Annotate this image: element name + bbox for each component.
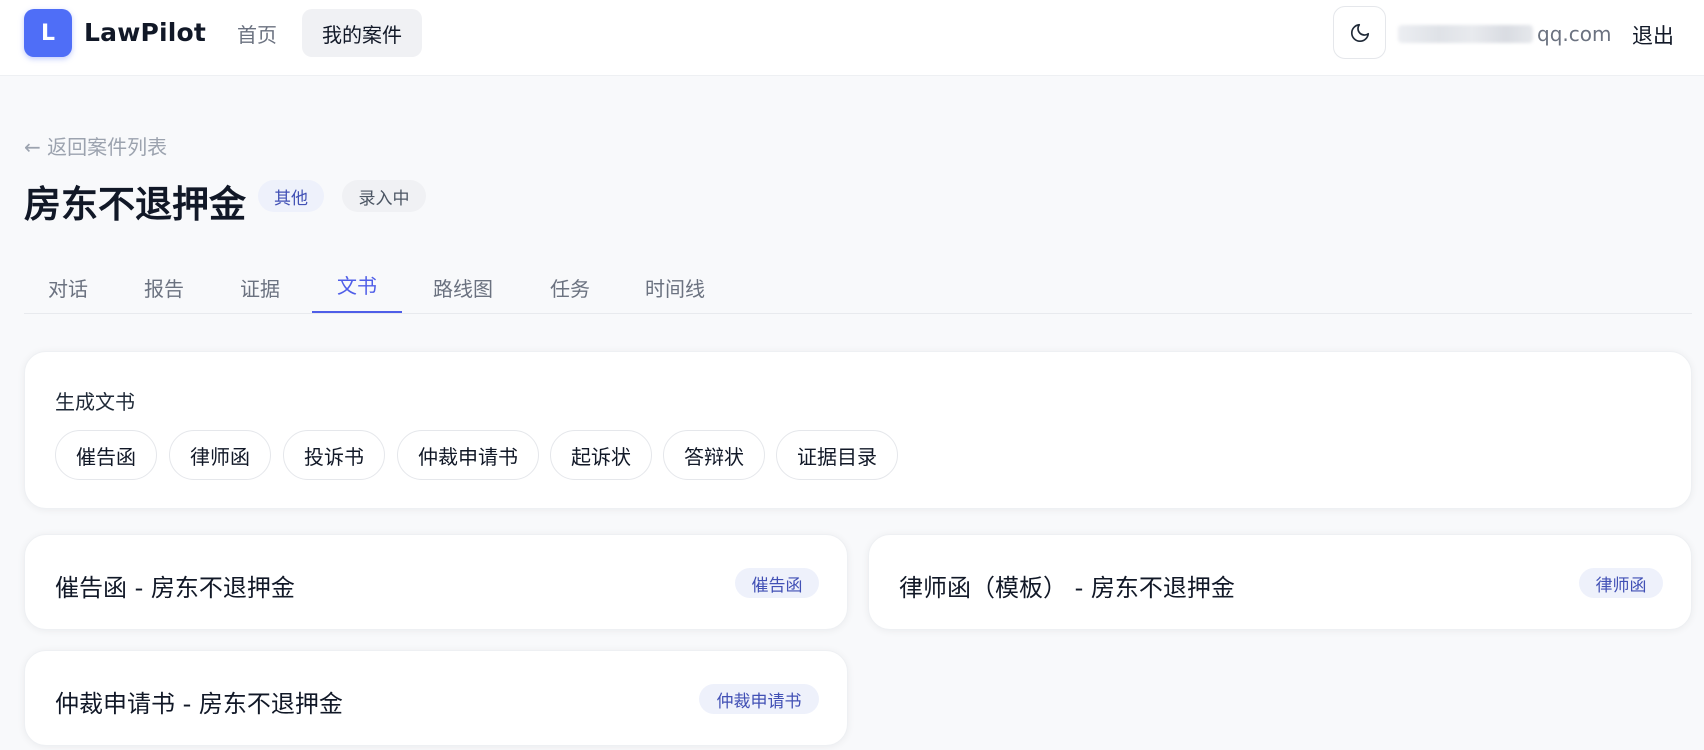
email-domain: qq.com (1537, 22, 1612, 46)
generate-evidence-list-button[interactable]: 证据目录 (776, 430, 898, 480)
top-navbar: L LawPilot 首页 我的案件 qq.com 退出 (0, 0, 1704, 76)
document-type-badge: 催告函 (735, 568, 819, 598)
generate-documents-card: 生成文书 催告函 律师函 投诉书 仲裁申请书 起诉状 答辩状 证据目录 (24, 351, 1692, 509)
theme-toggle-button[interactable] (1333, 6, 1386, 59)
document-type-badge: 仲裁申请书 (699, 684, 819, 714)
document-type-badge: 律师函 (1579, 568, 1663, 598)
email-redacted (1398, 25, 1533, 43)
generate-demand-letter-button[interactable]: 催告函 (55, 430, 157, 480)
user-email: qq.com (1398, 20, 1611, 48)
generate-arbitration-application-button[interactable]: 仲裁申请书 (397, 430, 539, 480)
logo-letter: L (40, 20, 56, 46)
tab-chat[interactable]: 对话 (24, 260, 112, 314)
document-title: 仲裁申请书 - 房东不退押金 (55, 690, 343, 718)
tab-report[interactable]: 报告 (120, 260, 208, 314)
nav-home[interactable]: 首页 (222, 9, 292, 57)
tab-timeline[interactable]: 时间线 (630, 260, 720, 314)
moon-icon (1350, 23, 1369, 42)
generate-lawyer-letter-button[interactable]: 律师函 (169, 430, 271, 480)
tab-evidence[interactable]: 证据 (216, 260, 304, 314)
generate-documents-title: 生成文书 (55, 390, 135, 414)
tab-documents[interactable]: 文书 (312, 260, 402, 314)
page-title: 房东不退押金 (24, 183, 246, 226)
document-card[interactable]: 催告函 - 房东不退押金 催告函 (24, 534, 848, 630)
document-card[interactable]: 律师函（模板） - 房东不退押金 律师函 (868, 534, 1692, 630)
case-type-badge: 其他 (258, 180, 324, 212)
generate-defense-button[interactable]: 答辩状 (663, 430, 765, 480)
brand-name[interactable]: LawPilot (84, 18, 206, 47)
document-title: 催告函 - 房东不退押金 (55, 574, 295, 602)
tabs-divider (24, 313, 1692, 314)
generate-complaint-letter-button[interactable]: 投诉书 (283, 430, 385, 480)
tab-tasks[interactable]: 任务 (526, 260, 614, 314)
logo[interactable]: L (24, 9, 72, 57)
back-to-case-list-link[interactable]: ← 返回案件列表 (24, 131, 167, 160)
tab-roadmap[interactable]: 路线图 (418, 260, 508, 314)
document-title: 律师函（模板） - 房东不退押金 (899, 574, 1235, 602)
case-status-badge: 录入中 (342, 180, 426, 212)
generate-indictment-button[interactable]: 起诉状 (550, 430, 652, 480)
logout-button[interactable]: 退出 (1632, 20, 1674, 50)
nav-my-cases[interactable]: 我的案件 (302, 9, 422, 57)
document-card[interactable]: 仲裁申请书 - 房东不退押金 仲裁申请书 (24, 650, 848, 746)
